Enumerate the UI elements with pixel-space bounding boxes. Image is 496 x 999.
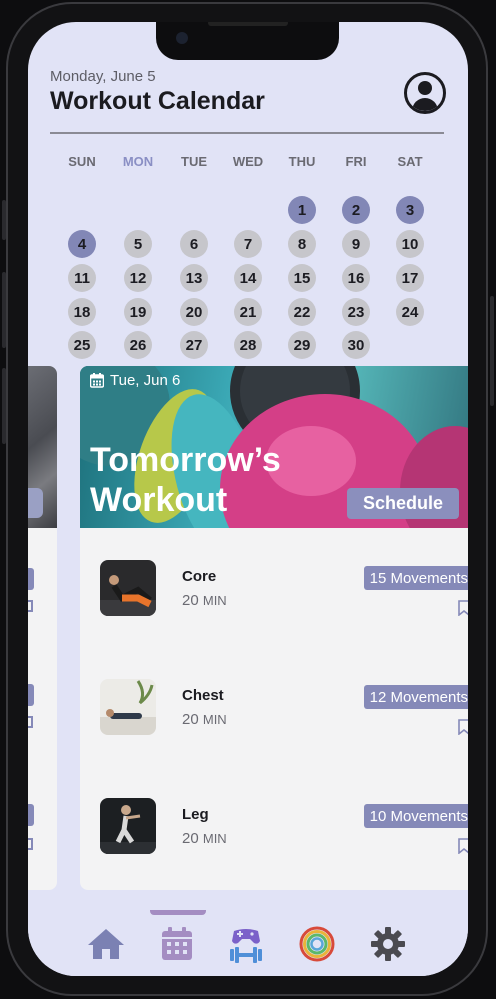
calendar-day[interactable]: 13 — [180, 264, 208, 292]
bottom-tab-bar — [28, 910, 468, 976]
workout-duration: 20 MIN — [182, 592, 227, 609]
calendar-day[interactable]: 17 — [396, 264, 424, 292]
card-date-text: Tue, Jun 6 — [110, 372, 181, 389]
previous-movements-badge — [28, 568, 34, 590]
calendar-day[interactable]: 14 — [234, 264, 262, 292]
workout-row[interactable]: Leg 20 MIN 10 Movements — [80, 798, 468, 858]
card-title-line: Tomorrow’s — [90, 441, 281, 479]
calendar-day[interactable]: 16 — [342, 264, 370, 292]
current-date: Monday, June 5 — [50, 68, 156, 85]
chest-thumbnail — [100, 679, 156, 735]
avatar-body — [412, 98, 438, 111]
calendar-day[interactable]: 23 — [342, 298, 370, 326]
movements-badge: 10 Movements — [363, 804, 468, 828]
workout-row[interactable]: Chest 20 MIN 12 Movements — [80, 679, 468, 739]
workout-name: Leg — [182, 806, 209, 823]
leg-thumbnail — [100, 798, 156, 854]
calendar-day[interactable]: 8 — [288, 230, 316, 258]
previous-card-button[interactable] — [28, 488, 43, 518]
card-title-line: Workout — [90, 481, 228, 519]
active-tab-indicator — [150, 910, 206, 915]
previous-bookmark-icon[interactable] — [28, 600, 33, 612]
workout-name: Core — [182, 568, 217, 585]
bookmark-icon[interactable] — [458, 600, 468, 616]
avatar-head — [418, 81, 432, 95]
gamepad-dumbbell-icon[interactable] — [224, 924, 268, 964]
previous-workout-card[interactable] — [28, 366, 57, 890]
previous-movements-badge — [28, 684, 34, 706]
settings-gear-icon[interactable] — [366, 924, 410, 964]
calendar-day[interactable]: 6 — [180, 230, 208, 258]
weekday-header: WED — [232, 154, 264, 169]
calendar-small-icon — [90, 373, 104, 388]
workout-row[interactable]: Core 20 MIN 15 Movements — [80, 560, 468, 620]
page-title: Workout Calendar — [50, 87, 265, 115]
tomorrow-workout-card: Tue, Jun 6 Tomorrow’s Workout Schedule C… — [80, 366, 468, 890]
home-icon[interactable] — [84, 924, 128, 964]
schedule-button[interactable]: Schedule — [347, 488, 459, 519]
page-header: Monday, June 5 Workout Calendar — [50, 68, 446, 116]
calendar-day[interactable]: 9 — [342, 230, 370, 258]
card-date: Tue, Jun 6 — [90, 372, 180, 389]
calendar-day[interactable]: 29 — [288, 331, 316, 359]
movements-badge: 15 Movements — [363, 566, 468, 590]
calendar-day[interactable]: 28 — [234, 331, 262, 359]
calendar-day[interactable]: 10 — [396, 230, 424, 258]
calendar-day[interactable]: 22 — [288, 298, 316, 326]
volume-up-button — [2, 272, 6, 348]
calendar-icon[interactable] — [155, 924, 199, 964]
side-button — [2, 200, 6, 240]
weekday-header: FRI — [345, 154, 367, 169]
weekday-header: TUE — [181, 154, 207, 169]
weekday-header: MON — [122, 154, 154, 169]
movements-badge: 12 Movements — [363, 685, 468, 709]
calendar-day[interactable]: 21 — [234, 298, 262, 326]
profile-avatar-icon[interactable] — [404, 72, 446, 114]
power-button — [490, 296, 494, 406]
calendar-day[interactable]: 26 — [124, 331, 152, 359]
workout-name: Chest — [182, 687, 224, 704]
volume-down-button — [2, 368, 6, 444]
previous-bookmark-icon[interactable] — [28, 838, 33, 850]
calendar-day[interactable]: 3 — [396, 196, 424, 224]
calendar-day[interactable]: 30 — [342, 331, 370, 359]
calendar-day[interactable]: 20 — [180, 298, 208, 326]
bookmark-icon[interactable] — [458, 719, 468, 735]
workout-hero-image: Tue, Jun 6 Tomorrow’s Workout Schedule — [80, 366, 468, 528]
activity-ring-icon[interactable] — [295, 924, 339, 964]
bookmark-icon[interactable] — [458, 838, 468, 854]
card-title: Tomorrow’s Workout — [90, 440, 350, 520]
calendar-day[interactable]: 7 — [234, 230, 262, 258]
calendar-day[interactable]: 2 — [342, 196, 370, 224]
app-screen: Monday, June 5 Workout Calendar SUN MON TU… — [28, 22, 468, 976]
calendar-day[interactable]: 12 — [124, 264, 152, 292]
calendar-day[interactable]: 19 — [124, 298, 152, 326]
notch — [156, 22, 339, 60]
workout-duration: 20 MIN — [182, 830, 227, 847]
calendar-day[interactable]: 15 — [288, 264, 316, 292]
workout-duration: 20 MIN — [182, 711, 227, 728]
speaker — [208, 22, 288, 26]
calendar-day[interactable]: 4 — [68, 230, 96, 258]
weekday-header: SAT — [397, 154, 423, 169]
calendar-day[interactable]: 18 — [68, 298, 96, 326]
calendar-day[interactable]: 25 — [68, 331, 96, 359]
calendar-day[interactable]: 5 — [124, 230, 152, 258]
previous-movements-badge — [28, 804, 34, 826]
calendar-day[interactable]: 27 — [180, 331, 208, 359]
core-thumbnail — [100, 560, 156, 616]
previous-bookmark-icon[interactable] — [28, 716, 33, 728]
weekday-header: THU — [288, 154, 316, 169]
weekday-header: SUN — [68, 154, 96, 169]
calendar-day[interactable]: 11 — [68, 264, 96, 292]
calendar-day[interactable]: 1 — [288, 196, 316, 224]
header-divider — [50, 132, 444, 134]
calendar-day[interactable]: 24 — [396, 298, 424, 326]
front-camera — [176, 32, 188, 44]
